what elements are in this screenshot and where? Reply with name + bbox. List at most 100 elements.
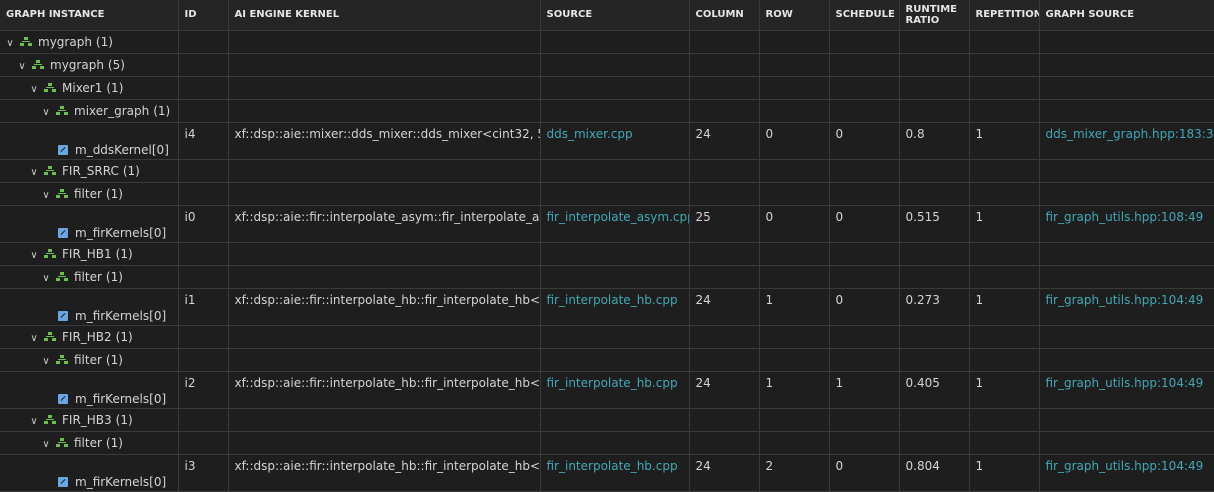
graph-instance-cell[interactable]: ∨FIR_HB3(1) (0, 408, 178, 431)
graph-row[interactable]: ∨filter(1) (0, 348, 1214, 371)
graph-instance-cell[interactable]: ∨filter(1) (0, 182, 178, 205)
kernel-row[interactable]: m_firKernels[0]i2xf::dsp::aie::fir::inte… (0, 371, 1214, 408)
chevron-down-icon[interactable]: ∨ (28, 84, 40, 95)
empty-cell (899, 182, 969, 205)
empty-cell (178, 431, 228, 454)
chevron-down-icon[interactable]: ∨ (16, 61, 28, 72)
header-column[interactable]: COLUMN (689, 0, 759, 30)
graph-row[interactable]: ∨mixer_graph(1) (0, 99, 1214, 122)
chevron-down-icon[interactable]: ∨ (28, 167, 40, 178)
empty-cell (540, 53, 689, 76)
kernel-row[interactable]: m_firKernels[0]i1xf::dsp::aie::fir::inte… (0, 288, 1214, 325)
graph-row[interactable]: ∨mygraph(1) (0, 30, 1214, 53)
kernel-icon (58, 394, 68, 404)
graph-instance-cell[interactable]: ∨Mixer1(1) (0, 76, 178, 99)
graph-row[interactable]: ∨FIR_HB1(1) (0, 242, 1214, 265)
empty-cell (228, 242, 540, 265)
graph-source-cell[interactable]: fir_graph_utils.hpp:104:49 (1039, 371, 1214, 408)
graph-source-cell[interactable]: fir_graph_utils.hpp:108:49 (1039, 205, 1214, 242)
header-graph-source[interactable]: GRAPH SOURCE (1039, 0, 1214, 30)
graph-source-link[interactable]: fir_graph_utils.hpp:104:49 (1046, 376, 1204, 390)
source-link[interactable]: fir_interpolate_asym.cpp (547, 210, 690, 224)
empty-cell (759, 408, 829, 431)
graph-instance-cell[interactable]: ∨filter(1) (0, 265, 178, 288)
chevron-down-icon[interactable]: ∨ (28, 250, 40, 261)
graph-instance-cell[interactable]: ∨filter(1) (0, 348, 178, 371)
graph-instance-cell[interactable]: ∨FIR_HB1(1) (0, 242, 178, 265)
graph-source-link[interactable]: dds_mixer_graph.hpp:183:35 (1046, 127, 1214, 141)
kernel-instance-cell[interactable]: m_firKernels[0] (0, 454, 178, 491)
header-source[interactable]: SOURCE (540, 0, 689, 30)
kernel-instance-cell[interactable]: m_firKernels[0] (0, 288, 178, 325)
graph-source-cell[interactable]: fir_graph_utils.hpp:104:49 (1039, 288, 1214, 325)
kernel-instance-cell[interactable]: m_firKernels[0] (0, 371, 178, 408)
graph-row[interactable]: ∨FIR_HB2(1) (0, 325, 1214, 348)
chevron-down-icon[interactable]: ∨ (40, 439, 52, 450)
graph-instance-cell[interactable]: ∨FIR_SRRC(1) (0, 159, 178, 182)
graph-instance-cell[interactable]: ∨filter(1) (0, 431, 178, 454)
header-schedule[interactable]: SCHEDULE (829, 0, 899, 30)
graph-source-cell[interactable]: fir_graph_utils.hpp:104:49 (1039, 454, 1214, 491)
graph-source-link[interactable]: fir_graph_utils.hpp:108:49 (1046, 210, 1204, 224)
runtime-ratio-cell: 0.273 (899, 288, 969, 325)
empty-cell (540, 182, 689, 205)
chevron-down-icon[interactable]: ∨ (40, 190, 52, 201)
id-cell: i3 (178, 454, 228, 491)
row-cell: 0 (759, 205, 829, 242)
empty-cell (899, 431, 969, 454)
source-link[interactable]: fir_interpolate_hb.cpp (547, 459, 678, 473)
header-repetition[interactable]: REPETITION (969, 0, 1039, 30)
graph-row[interactable]: ∨FIR_SRRC(1) (0, 159, 1214, 182)
source-cell[interactable]: dds_mixer.cpp (540, 122, 689, 159)
graph-row[interactable]: ∨filter(1) (0, 182, 1214, 205)
chevron-down-icon[interactable]: ∨ (40, 356, 52, 367)
chevron-down-icon[interactable]: ∨ (28, 333, 40, 344)
graph-source-link[interactable]: fir_graph_utils.hpp:104:49 (1046, 293, 1204, 307)
header-ai-engine-kernel[interactable]: AI ENGINE KERNEL (228, 0, 540, 30)
header-graph-instance[interactable]: GRAPH INSTANCE (0, 0, 178, 30)
graph-icon (44, 415, 56, 425)
kernel-instance-cell[interactable]: m_firKernels[0] (0, 205, 178, 242)
chevron-down-icon[interactable]: ∨ (40, 273, 52, 284)
graph-row[interactable]: ∨FIR_HB3(1) (0, 408, 1214, 431)
graph-instance-cell[interactable]: ∨FIR_HB2(1) (0, 325, 178, 348)
empty-cell (829, 431, 899, 454)
header-id[interactable]: ID (178, 0, 228, 30)
kernel-instance-cell[interactable]: m_ddsKernel[0] (0, 122, 178, 159)
header-row[interactable]: ROW (759, 0, 829, 30)
kernel-row[interactable]: m_ddsKernel[0]i4xf::dsp::aie::mixer::dds… (0, 122, 1214, 159)
chevron-down-icon[interactable]: ∨ (28, 416, 40, 427)
chevron-down-icon[interactable]: ∨ (40, 107, 52, 118)
source-cell[interactable]: fir_interpolate_hb.cpp (540, 454, 689, 491)
empty-cell (759, 242, 829, 265)
graph-row[interactable]: ∨mygraph(5) (0, 53, 1214, 76)
empty-cell (228, 53, 540, 76)
repetition-cell: 1 (969, 371, 1039, 408)
empty-cell (969, 99, 1039, 122)
empty-cell (689, 408, 759, 431)
empty-cell (969, 182, 1039, 205)
graph-instance-cell[interactable]: ∨mygraph(1) (0, 30, 178, 53)
graph-instance-cell[interactable]: ∨mixer_graph(1) (0, 99, 178, 122)
kernel-icon (58, 477, 68, 487)
source-cell[interactable]: fir_interpolate_asym.cpp (540, 205, 689, 242)
graph-name: filter (74, 270, 102, 284)
graph-row[interactable]: ∨filter(1) (0, 265, 1214, 288)
empty-cell (899, 53, 969, 76)
graph-instance-cell[interactable]: ∨mygraph(5) (0, 53, 178, 76)
source-link[interactable]: fir_interpolate_hb.cpp (547, 376, 678, 390)
source-link[interactable]: dds_mixer.cpp (547, 127, 633, 141)
kernel-row[interactable]: m_firKernels[0]i3xf::dsp::aie::fir::inte… (0, 454, 1214, 491)
graph-source-link[interactable]: fir_graph_utils.hpp:104:49 (1046, 459, 1204, 473)
graph-row[interactable]: ∨filter(1) (0, 431, 1214, 454)
graph-source-cell[interactable]: dds_mixer_graph.hpp:183:35 (1039, 122, 1214, 159)
empty-cell (540, 431, 689, 454)
source-cell[interactable]: fir_interpolate_hb.cpp (540, 288, 689, 325)
kernel-row[interactable]: m_firKernels[0]i0xf::dsp::aie::fir::inte… (0, 205, 1214, 242)
source-cell[interactable]: fir_interpolate_hb.cpp (540, 371, 689, 408)
empty-cell (759, 159, 829, 182)
header-runtime-ratio[interactable]: RUNTIME RATIO (899, 0, 969, 30)
source-link[interactable]: fir_interpolate_hb.cpp (547, 293, 678, 307)
chevron-down-icon[interactable]: ∨ (4, 38, 16, 49)
graph-row[interactable]: ∨Mixer1(1) (0, 76, 1214, 99)
